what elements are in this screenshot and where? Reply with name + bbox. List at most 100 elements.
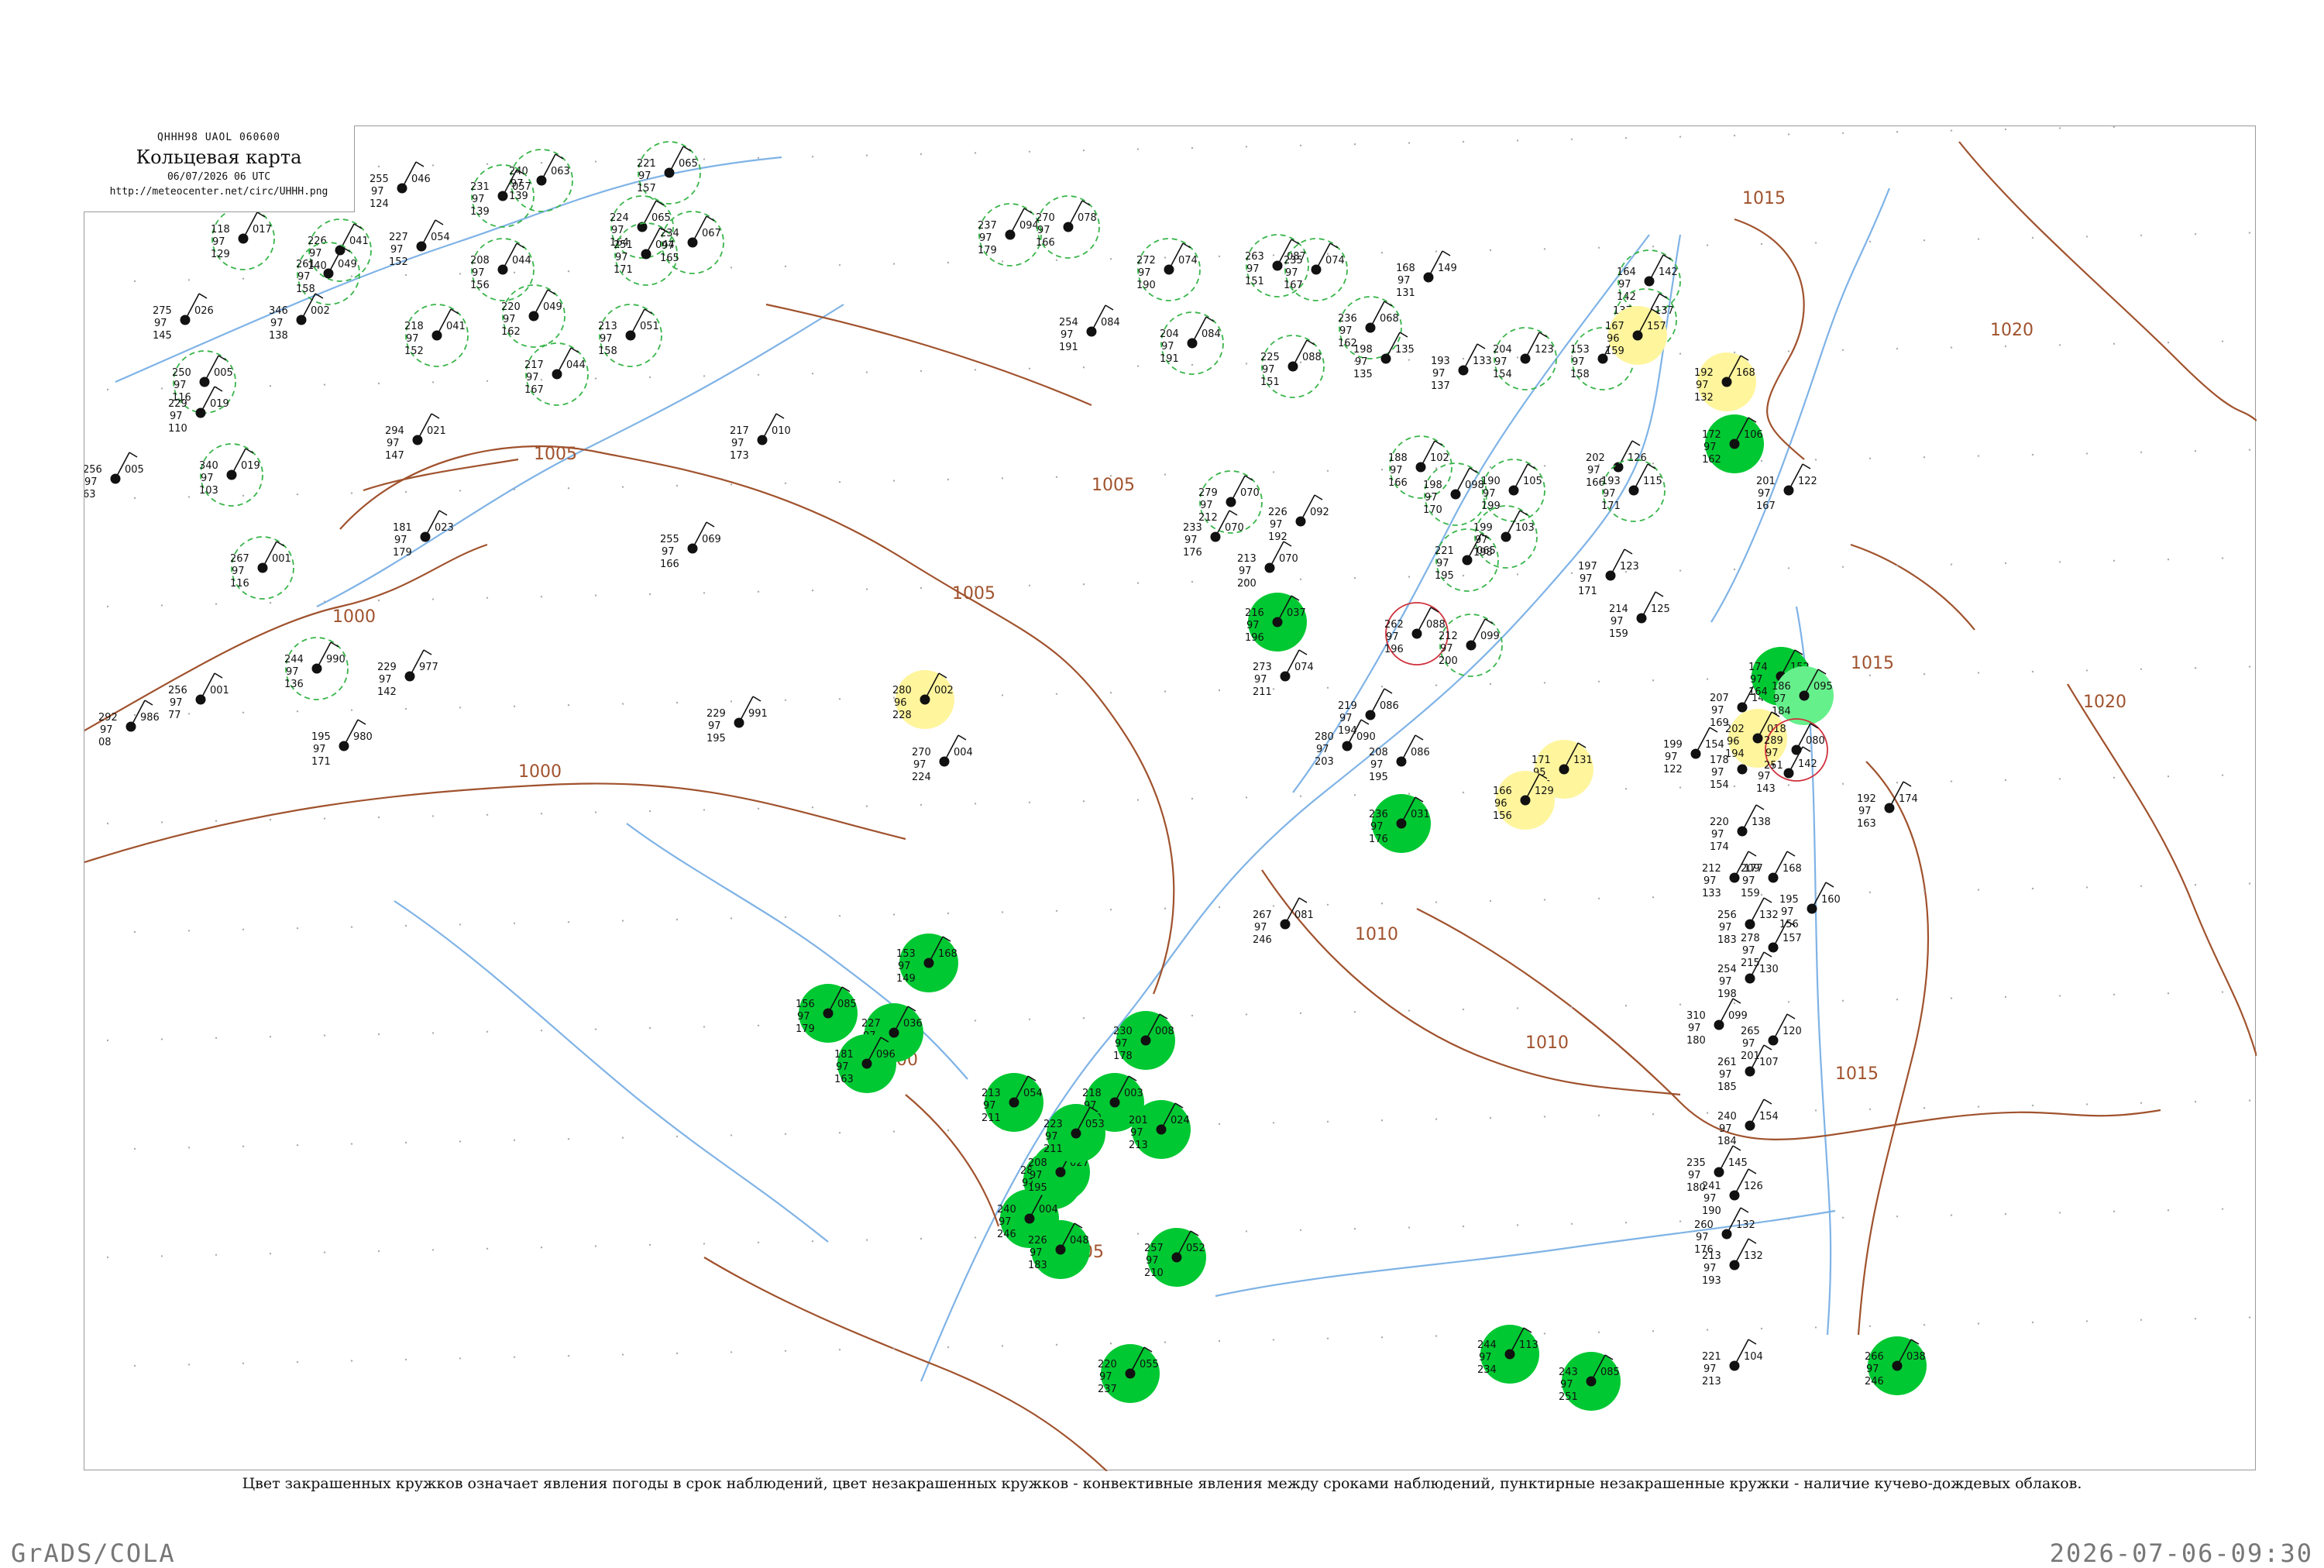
station-model[interactable]: 28096228 002 <box>892 670 954 729</box>
station-pressure-tendency: 97 <box>1742 875 1755 887</box>
station-model[interactable]: 34097103 019 <box>199 443 263 507</box>
station-model[interactable]: 20897156 044 <box>470 238 535 301</box>
station-model[interactable]: 21397200 070 <box>1237 541 1298 590</box>
station-model[interactable]: 21997194 086 <box>1338 688 1399 737</box>
station-model[interactable]: 28997251 080 <box>1764 718 1828 782</box>
station-model[interactable]: 24197190 126 <box>1702 1168 1763 1217</box>
station-model[interactable]: 20997159 168 <box>1741 851 1802 899</box>
station-model[interactable]: 21497159 125 <box>1609 591 1670 640</box>
station-model[interactable]: 22197157 065 <box>637 141 701 205</box>
station-model[interactable]: 22997195 991 <box>706 696 768 744</box>
station-model[interactable]: 19597171 980 <box>311 719 373 768</box>
station-model[interactable]: 19597156 160 <box>1779 882 1841 930</box>
station-model[interactable]: 21397158 051 <box>598 304 662 367</box>
station-dewpoint: 136 <box>284 679 304 690</box>
station-model[interactable]: 22997142 977 <box>377 649 438 698</box>
wind-barb-feather <box>1755 804 1765 810</box>
station-model[interactable]: 20897195 086 <box>1369 734 1430 783</box>
station-model[interactable]: 22197195 065 <box>1435 528 1499 592</box>
station-model[interactable]: 19997198103 <box>1473 505 1538 569</box>
station-model[interactable]: 19297132 168 <box>1694 352 1756 411</box>
station-model[interactable]: 25597166 069 <box>660 521 721 570</box>
graticule-dot <box>2248 449 2251 451</box>
station-model[interactable]: 19397171 115 <box>1601 459 1666 522</box>
station-model[interactable]: 25497191 084 <box>1059 304 1120 353</box>
station-model[interactable]: 17297162 106 <box>1702 414 1764 473</box>
graticule-dot <box>1462 791 1465 794</box>
station-model[interactable]: 27597145 026 <box>153 293 214 342</box>
station-model[interactable]: 24397251 085 <box>1559 1352 1621 1411</box>
station-model[interactable]: 22097162 049 <box>501 284 566 348</box>
station-model[interactable]: 22097237 055 <box>1098 1344 1160 1403</box>
station-model[interactable]: 22397211 053 <box>1043 1104 1105 1163</box>
station-model[interactable]: 21697196 037 <box>1245 593 1307 652</box>
station-model[interactable]: 21297200 099 <box>1439 614 1503 677</box>
station-model[interactable]: 18197163 096 <box>834 1034 896 1093</box>
station-model[interactable]: 2569763 005 <box>84 452 144 500</box>
station-model[interactable]: 26797116 001 <box>230 536 294 600</box>
station-model[interactable]: 18197179 023 <box>393 510 454 559</box>
station-model[interactable]: 27297190 074 <box>1136 238 1201 301</box>
station-model[interactable]: 20197167 122 <box>1756 463 1817 512</box>
station-model[interactable]: 19897135135 <box>1353 332 1415 380</box>
station-model[interactable]: 23597167 074 <box>1284 238 1348 301</box>
station-model[interactable]: 31097180 099 <box>1686 998 1748 1047</box>
station-model[interactable]: 24497136 990 <box>284 637 349 700</box>
station-model[interactable]: 24097139063 <box>509 149 573 212</box>
station-model[interactable]: 25597124 046 <box>370 161 431 210</box>
station-model[interactable]: 15697179 085 <box>796 984 858 1043</box>
station-model[interactable]: 19797171 123 <box>1578 548 1639 597</box>
station-model[interactable]: 22697192092 <box>1268 494 1329 543</box>
station-model[interactable]: 34697138 002 <box>269 293 330 342</box>
station-model[interactable]: 19297163 174 <box>1857 781 1918 830</box>
station-temperature: 278 <box>1741 933 1760 944</box>
station-model[interactable]: 27097166 078 <box>1036 195 1100 259</box>
wind-barb-feather <box>1748 1238 1757 1244</box>
graticule-dot <box>2248 1316 2251 1319</box>
station-model[interactable]: 23697176 031 <box>1369 794 1431 853</box>
weather-map[interactable]: 1005 1000 1000 1005 1010 1015 1020 1015 1020 1010… <box>84 126 2257 1471</box>
station-model[interactable]: 20497154 123 <box>1493 327 1557 390</box>
station-model[interactable]: 24497234 113 <box>1477 1325 1539 1384</box>
station-model[interactable]: 27097224 004 <box>912 734 973 783</box>
station-pressure-tendency: 97 <box>611 225 624 236</box>
station-dewpoint: 142 <box>1617 291 1636 303</box>
station-pressure: 005 <box>125 464 144 476</box>
station-model[interactable]: 23797179094 <box>978 203 1042 266</box>
source-url[interactable]: http://meteocenter.net/circ/UHHH.png <box>84 186 354 198</box>
station-model[interactable]: 2929708 986 <box>98 700 160 748</box>
station-model[interactable]: 27397211 074 <box>1253 649 1314 698</box>
station-pressure-tendency: 97 <box>1560 1379 1573 1391</box>
station-model[interactable]: 26797246 081 <box>1253 897 1314 946</box>
station-model[interactable]: 22197213 104 <box>1702 1339 1763 1387</box>
station-model[interactable]: 19397137 133 <box>1431 343 1492 392</box>
station-model[interactable]: 15397149 168 <box>896 934 958 992</box>
station-model[interactable]: 26697246 038 <box>1865 1336 1927 1395</box>
station-model[interactable]: 21397211 054 <box>982 1073 1043 1132</box>
station-model[interactable]: 16497142142 <box>1617 249 1681 313</box>
graticule-dot <box>947 1129 950 1132</box>
station-temperature: 213 <box>1702 1250 1721 1262</box>
station-model[interactable]: 16696156 129 <box>1493 771 1555 830</box>
station-model[interactable]: 16897131 149 <box>1396 250 1457 299</box>
station-model[interactable]: 22697140041 <box>308 218 372 282</box>
station-model[interactable]: 21797173 010 <box>730 413 791 462</box>
station-temperature: 223 <box>1043 1119 1063 1130</box>
station-model[interactable]: 21797167 044 <box>524 342 589 406</box>
station-model[interactable]: 2569777 001 <box>168 672 229 721</box>
station-model[interactable]: 22597151 088 <box>1260 335 1325 398</box>
station-model[interactable]: 25797210 052 <box>1144 1228 1206 1287</box>
graticule-dot <box>1841 999 1844 1002</box>
station-model[interactable]: 23097178 008 <box>1113 1011 1175 1070</box>
station-dewpoint: 158 <box>598 346 617 357</box>
station-model[interactable]: 22797152 054 <box>389 219 450 268</box>
station-model[interactable]: 19097199 105 <box>1481 459 1545 522</box>
station-model[interactable]: 29497147 021 <box>385 413 446 462</box>
station-pressure-tendency: 97 <box>1115 1038 1128 1050</box>
station-model[interactable]: 22097174 138 <box>1710 804 1771 853</box>
station-model[interactable]: 26597201 120 <box>1741 1013 1802 1062</box>
wind-barb-feather <box>1748 1339 1757 1345</box>
station-model[interactable]: 21897152 041 <box>404 304 469 367</box>
station-model[interactable]: 26197158049 <box>296 242 360 305</box>
station-model[interactable]: 11897129 017 <box>211 207 275 270</box>
